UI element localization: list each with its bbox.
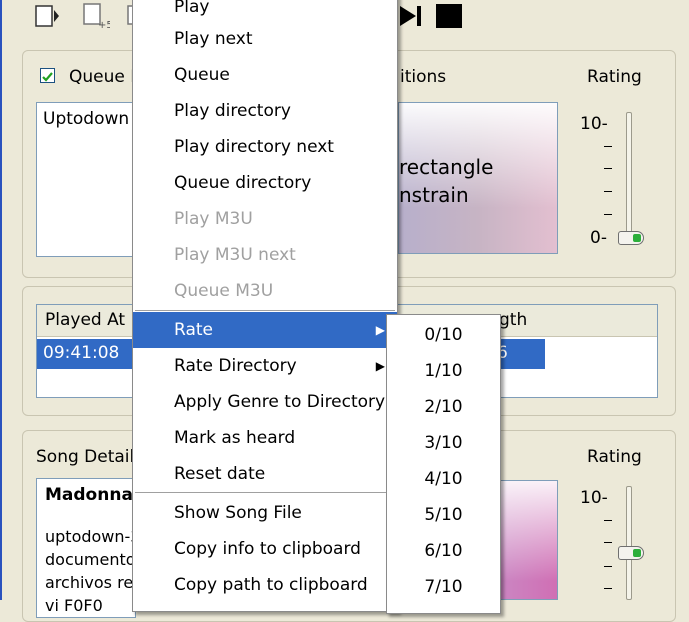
history-row-time: 09:41:08 (43, 343, 120, 363)
song-rating-label: Rating (587, 447, 642, 467)
checkmark-icon (42, 72, 53, 82)
song-rating-slider-track[interactable] (626, 486, 632, 600)
submenu-arrow-icon: ▶ (375, 323, 385, 337)
menu-item-play-next[interactable]: Play next (133, 21, 397, 57)
menu-item-queue-m3u: Queue M3U (174, 281, 274, 301)
menu-item-play-m3u-next: Play M3U next (174, 245, 296, 265)
queue-slider-tick (604, 214, 612, 215)
rate-submenu: 0/10 1/10 2/10 3/10 4/10 5/10 6/10 7/10 (386, 314, 501, 614)
menu-item-queue[interactable]: Queue (133, 57, 397, 93)
queue-rating-label: Rating (587, 67, 642, 87)
song-details-label: Song Details (36, 447, 144, 467)
queue-list[interactable]: Uptodown (36, 102, 136, 257)
next-track-icon[interactable] (398, 2, 428, 30)
song-slider-max-label: 10- (580, 488, 608, 508)
rate-option-5[interactable]: 5/10 (387, 497, 500, 533)
col-played-at[interactable]: Played At (45, 310, 125, 330)
menu-item-apply-genre[interactable]: Apply Genre to Directory (133, 384, 397, 420)
menu-item-play-directory[interactable]: Play directory (133, 93, 397, 129)
song-slider-tick (604, 588, 612, 589)
song-rating-slider-thumb[interactable] (618, 546, 644, 560)
menu-item-queue-directory[interactable]: Queue directory (133, 165, 397, 201)
add-five-icon[interactable]: +5 (80, 2, 110, 30)
rate-option-2[interactable]: 2/10 (387, 389, 500, 425)
queue-slider-tick (604, 191, 612, 192)
song-line-4: vi F0F0 (45, 596, 103, 615)
add-file-icon[interactable] (32, 2, 62, 30)
svg-text:+5: +5 (98, 20, 110, 30)
menu-separator (135, 310, 395, 311)
context-menu: Play Play next Queue Play directory Play… (132, 0, 398, 612)
queue-rating-slider-track[interactable] (626, 112, 632, 242)
queue-slider-tick (604, 146, 612, 147)
queue-list-item[interactable]: Uptodown (43, 109, 129, 129)
rate-option-4[interactable]: 4/10 (387, 461, 500, 497)
song-line-2: documento (45, 550, 136, 569)
queue-checkbox[interactable] (40, 68, 55, 83)
song-slider-tick (604, 520, 612, 521)
menu-item-show-song-file[interactable]: Show Song File (133, 495, 397, 531)
song-line-1: uptodown-3 (45, 527, 141, 546)
canvas-text-constrain: nstrain (399, 183, 469, 207)
queue-slider-max-label: 10- (580, 114, 608, 134)
menu-item-play-directory-next[interactable]: Play directory next (133, 129, 397, 165)
menu-item-rate-label: Rate (174, 320, 213, 340)
menu-item-copy-path[interactable]: Copy path to clipboard (133, 567, 397, 603)
song-slider-tick (604, 542, 612, 543)
menu-item-rate-directory[interactable]: Rate Directory ▶ (133, 348, 397, 384)
queue-slider-tick (604, 168, 612, 169)
rate-option-3[interactable]: 3/10 (387, 425, 500, 461)
canvas-text-rectangle: rectangle (399, 155, 494, 179)
rate-option-0[interactable]: 0/10 (387, 317, 500, 353)
menu-item-copy-info[interactable]: Copy info to clipboard (133, 531, 397, 567)
col-length[interactable]: gth (499, 310, 527, 330)
submenu-arrow-icon: ▶ (375, 359, 385, 373)
stop-icon[interactable] (434, 2, 464, 30)
queue-slider-min-label: 0- (590, 228, 607, 248)
menu-item-rate[interactable]: Rate ▶ (133, 312, 397, 348)
song-slider-tick (604, 566, 612, 567)
song-title: Madonna (45, 485, 133, 505)
menu-item-mark-as-heard[interactable]: Mark as heard (133, 420, 397, 456)
conditions-label: itions (400, 67, 447, 87)
rate-option-1[interactable]: 1/10 (387, 353, 500, 389)
color-canvas[interactable]: rectangle nstrain (398, 102, 558, 254)
song-line-3: archivos re (45, 573, 134, 592)
song-details-text[interactable]: Madonna uptodown-3 documento archivos re… (36, 478, 140, 618)
rate-option-6[interactable]: 6/10 (387, 533, 500, 569)
menu-item-play-m3u: Play M3U (174, 209, 253, 229)
menu-separator (135, 492, 395, 493)
queue-rating-slider-thumb[interactable] (618, 231, 644, 245)
menu-item-reset-date[interactable]: Reset date (133, 456, 397, 492)
menu-item-rate-directory-label: Rate Directory (174, 356, 297, 376)
